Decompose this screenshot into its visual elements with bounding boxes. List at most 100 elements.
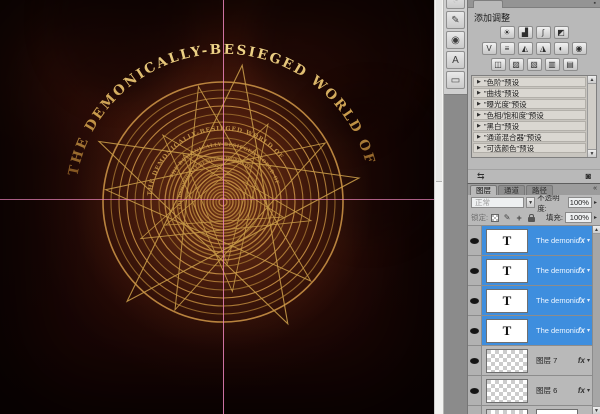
layer-effects-icon[interactable]: fx <box>578 356 585 365</box>
opacity-value[interactable]: 100% <box>568 197 592 208</box>
expand-triangle-icon[interactable]: ▶ <box>477 101 481 107</box>
lock-pixels-icon[interactable]: ✎ <box>502 213 512 223</box>
preset-group-row[interactable]: ▶"通道混合器"预设 <box>473 132 586 142</box>
preset-group-row[interactable]: ▶"黑白"预设 <box>473 121 586 131</box>
preset-group-row[interactable]: ▶"色相/饱和度"预设 <box>473 110 586 120</box>
layer-thumbnail-cell[interactable]: T <box>482 226 532 255</box>
tab-panel[interactable]: 路径 <box>526 185 553 195</box>
vertical-guide[interactable] <box>223 0 224 414</box>
scrollbar-thumb[interactable] <box>436 0 442 182</box>
character-panel-icon[interactable]: A <box>446 51 465 69</box>
layer-name[interactable]: The demonicall... <box>532 316 578 345</box>
visibility-toggle[interactable] <box>468 346 482 375</box>
layer-effects-icon[interactable]: fx <box>578 386 585 395</box>
visibility-toggle[interactable] <box>468 286 482 315</box>
switch-panel-view-icon[interactable]: ⇆ <box>477 171 485 182</box>
layer-row[interactable]: 图层 7fx▾ <box>468 346 592 376</box>
layer-row[interactable]: TThe demonicall...fx▾ <box>468 316 592 346</box>
scroll-down-icon[interactable]: ▼ <box>593 406 600 414</box>
text-layer-thumbnail[interactable]: T <box>486 319 528 343</box>
effects-expand-icon[interactable]: ▾ <box>587 387 590 394</box>
presets-scrollbar[interactable]: ▲ ▼ <box>587 76 596 157</box>
effects-expand-icon[interactable]: ▾ <box>587 357 590 364</box>
clone-source-panel-icon[interactable]: ◉ <box>446 31 465 49</box>
fill-value[interactable]: 100% <box>565 212 592 223</box>
text-layer-thumbnail[interactable]: T <box>486 229 528 253</box>
visibility-toggle[interactable] <box>468 316 482 345</box>
horizontal-guide[interactable] <box>0 199 434 200</box>
layer-row[interactable]: TThe demonicall...fx▾ <box>468 256 592 286</box>
blend-mode-select[interactable]: 正常 <box>471 197 524 208</box>
brushes-panel-icon[interactable]: ✎ <box>446 11 465 29</box>
layer-mask-thumbnail[interactable] <box>536 409 578 414</box>
preset-group-row[interactable]: ▶"色阶"预设 <box>473 77 586 87</box>
layer-effects-icon[interactable]: fx <box>578 296 585 305</box>
gradient-map-icon[interactable]: ▥ <box>545 58 560 71</box>
visibility-toggle[interactable] <box>468 226 482 255</box>
lock-transparency-icon[interactable] <box>490 213 500 223</box>
layer-name[interactable]: The demonicall... <box>532 286 578 315</box>
photo-filter-icon[interactable]: ◐ <box>554 42 569 55</box>
layer-row[interactable]: 图层 6fx▾ <box>468 376 592 406</box>
text-layer-thumbnail[interactable]: T <box>486 289 528 313</box>
fill-stepper-icon[interactable]: ▸ <box>594 214 597 221</box>
masks-panel-icon[interactable]: ▭ <box>446 71 465 89</box>
expand-triangle-icon[interactable]: ▶ <box>477 112 481 118</box>
effects-expand-icon[interactable]: ▾ <box>587 297 590 304</box>
layer-thumbnail-cell[interactable]: T <box>482 286 532 315</box>
panel-collapse-icon[interactable]: « <box>593 185 597 192</box>
expand-triangle-icon[interactable]: ▶ <box>477 123 481 129</box>
scroll-up-icon[interactable]: ▲ <box>588 76 596 84</box>
selective-color-icon[interactable]: ▤ <box>563 58 578 71</box>
scroll-up-icon[interactable]: ▲ <box>593 226 600 234</box>
layer-name[interactable]: The demonicall... <box>532 226 578 255</box>
mask-thumbnail-cell[interactable] <box>532 406 582 414</box>
opacity-stepper-icon[interactable]: ▸ <box>594 199 597 206</box>
blend-mode-dropdown-icon[interactable]: ▼ <box>526 197 535 208</box>
text-layer-thumbnail[interactable]: T <box>486 259 528 283</box>
tab-layers-active[interactable]: 图层 <box>470 185 497 195</box>
panel-menu-icon[interactable]: ▪ <box>594 0 596 8</box>
layer-thumbnail-cell[interactable] <box>482 376 532 405</box>
expand-triangle-icon[interactable]: ▶ <box>477 79 481 85</box>
layer-name[interactable]: 图层 6 <box>532 376 578 405</box>
pixel-layer-thumbnail[interactable] <box>486 349 528 373</box>
threshold-icon[interactable]: ▧ <box>527 58 542 71</box>
clip-to-layer-icon[interactable]: ◙ <box>586 171 591 181</box>
expand-triangle-icon[interactable]: ▶ <box>477 90 481 96</box>
layer-effects-icon[interactable]: fx <box>578 236 585 245</box>
layer-name[interactable]: The demonicall... <box>532 256 578 285</box>
expand-triangle-icon[interactable]: ▶ <box>477 134 481 140</box>
channel-mixer-icon[interactable]: ◉ <box>572 42 587 55</box>
layer-row[interactable] <box>468 406 592 414</box>
layer-row[interactable]: TThe demonicall...fx▾ <box>468 226 592 256</box>
layer-thumbnail-cell[interactable] <box>482 346 532 375</box>
hue-saturation-icon[interactable]: ≡ <box>500 42 515 55</box>
effects-expand-icon[interactable]: ▾ <box>587 237 590 244</box>
effects-expand-icon[interactable]: ▾ <box>587 267 590 274</box>
lock-position-icon[interactable]: + <box>514 213 524 223</box>
layer-effects-icon[interactable]: fx <box>578 326 585 335</box>
preset-group-row[interactable]: ▶"曲线"预设 <box>473 88 586 98</box>
document-vertical-scrollbar[interactable] <box>434 0 444 414</box>
vibrance-icon[interactable]: V <box>482 42 497 55</box>
pixel-layer-thumbnail[interactable] <box>486 409 528 414</box>
layer-name[interactable]: 图层 7 <box>532 346 578 375</box>
invert-icon[interactable]: ◫ <box>491 58 506 71</box>
pixel-layer-thumbnail[interactable] <box>486 379 528 403</box>
effects-expand-icon[interactable]: ▾ <box>587 327 590 334</box>
levels-icon[interactable]: ▟ <box>518 26 533 39</box>
tab-panel[interactable]: 通道 <box>498 185 525 195</box>
document-canvas[interactable]: THE DEMONICALLY-BESIEGED WORLD OFTHE DEM… <box>0 0 434 414</box>
preset-group-row[interactable]: ▶"可选颜色"预设 <box>473 143 586 153</box>
lock-all-icon[interactable] <box>526 213 536 223</box>
visibility-toggle[interactable] <box>468 406 482 414</box>
layer-thumbnail-cell[interactable]: T <box>482 316 532 345</box>
curves-icon[interactable]: ∫ <box>536 26 551 39</box>
brightness-contrast-icon[interactable]: ☀ <box>500 26 515 39</box>
layer-effects-icon[interactable]: fx <box>578 266 585 275</box>
color-balance-icon[interactable]: ◭ <box>518 42 533 55</box>
layer-thumbnail-cell[interactable] <box>482 406 532 414</box>
scroll-down-icon[interactable]: ▼ <box>588 149 596 157</box>
preset-group-row[interactable]: ▶"曝光度"预设 <box>473 99 586 109</box>
